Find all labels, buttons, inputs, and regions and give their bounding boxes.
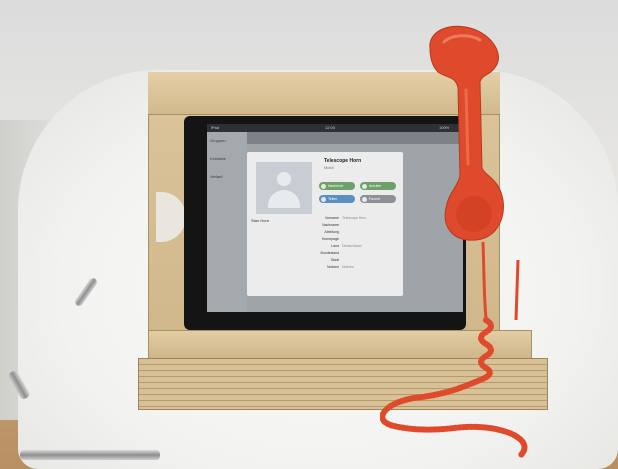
share-button-label: Teilen	[328, 197, 338, 201]
photo-scene: iPad 12:00 100% Gruppen Kontakte Verlauf…	[0, 0, 618, 469]
message-button-label: Nachricht	[328, 184, 343, 188]
field-row-first-name: Vorname Telescope Horn	[309, 216, 366, 221]
field-row-state: Bundesland	[309, 251, 342, 256]
phone-icon	[362, 183, 367, 189]
field-label: Vorname	[324, 216, 339, 220]
field-label: Abteilung	[324, 230, 339, 234]
share-icon	[321, 196, 326, 202]
telephone-handset	[429, 25, 504, 241]
cord-straight	[481, 241, 488, 319]
field-label: Homepage	[321, 237, 339, 241]
cord-jack	[514, 259, 520, 321]
call-button[interactable]: Anrufen	[360, 182, 396, 190]
field-value[interactable]: Deutschland	[342, 244, 361, 248]
status-carrier: iPad	[211, 125, 220, 130]
coiled-phone-cord	[380, 241, 528, 459]
field-label: Bundesland	[320, 251, 340, 255]
field-value[interactable]: Telescope Horn	[342, 216, 366, 220]
message-button[interactable]: Nachricht	[319, 182, 355, 190]
contact-subtitle: Mobil	[324, 165, 334, 170]
message-icon	[321, 183, 326, 189]
earpiece-shadow	[456, 196, 492, 232]
sidebar-item-contacts[interactable]: Kontakte	[210, 156, 226, 161]
field-label: Stadt	[330, 258, 339, 262]
field-label: Nachname	[322, 223, 339, 227]
sidebar-item-history[interactable]: Verlauf	[210, 174, 222, 179]
field-label: Land	[331, 244, 339, 248]
field-value[interactable]: Notizen	[342, 265, 354, 269]
share-button[interactable]: Teilen	[319, 195, 355, 203]
favorite-button-label: Favorit	[369, 197, 380, 201]
field-row-notes: Notizen Notizen	[309, 265, 354, 270]
chrome-chair-leg-3	[20, 450, 160, 460]
sidebar-item-groups[interactable]: Gruppen	[210, 138, 226, 143]
sidebar: Gruppen Kontakte Verlauf	[207, 132, 247, 312]
field-label: Notizen	[327, 265, 339, 269]
field-row-department: Abteilung	[309, 230, 342, 235]
avatar-head-shape	[277, 172, 291, 186]
favorite-button[interactable]: Favorit	[360, 195, 396, 203]
field-row-homepage: Homepage	[309, 237, 342, 242]
avatar-body-shape	[268, 190, 300, 208]
star-icon	[362, 196, 367, 202]
field-row-last-name: Nachname	[309, 223, 342, 228]
avatar-placeholder-icon	[256, 162, 312, 214]
cord-coil	[380, 317, 528, 459]
call-button-label: Anrufen	[369, 184, 382, 188]
field-row-city: Stadt	[309, 258, 342, 263]
handset-grip-highlight	[464, 88, 470, 166]
contact-name: Telescope Horn	[324, 158, 362, 164]
contact-caption: Stan Horn	[251, 218, 270, 223]
status-time: 12:00	[325, 125, 336, 130]
field-row-country: Land Deutschland	[309, 244, 361, 249]
